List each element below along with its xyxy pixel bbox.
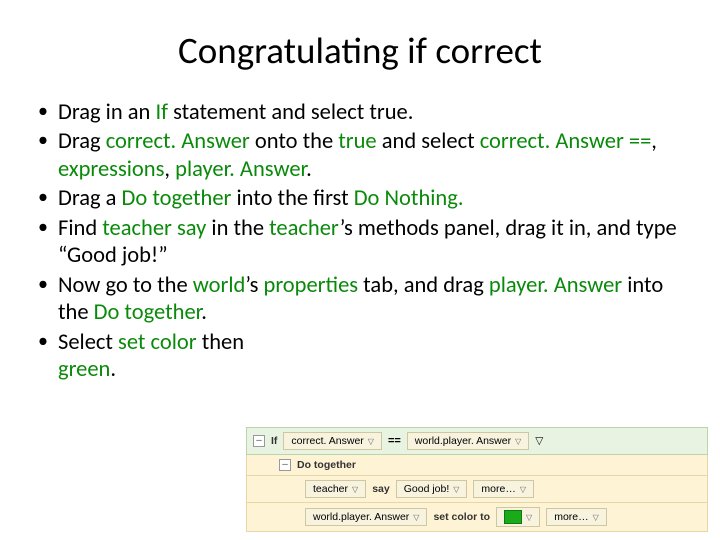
list-item: Drag in an If statement and select true. <box>36 99 684 126</box>
text: tab, and drag <box>358 272 489 299</box>
text: statement and select true. <box>168 99 413 126</box>
setcolor-keyword: set color to <box>433 511 490 523</box>
code-block-screenshot: – If correct. Answer ▽ == world.player. A… <box>246 427 708 532</box>
keyword: Do together <box>94 299 202 326</box>
say-keyword: say <box>372 483 390 495</box>
if-row[interactable]: – If correct. Answer ▽ == world.player. A… <box>246 427 708 455</box>
chevron-down-icon: ▽ <box>453 485 459 494</box>
chip-label: world.player. Answer <box>313 511 409 523</box>
keyword: world <box>193 272 246 299</box>
keyword: Do Nothing. <box>354 185 464 212</box>
text: . <box>110 356 116 383</box>
text: , <box>651 128 657 155</box>
chevron-down-icon: ▽ <box>413 513 419 522</box>
text: . <box>201 299 207 326</box>
chip-label: more… <box>554 511 588 523</box>
if-keyword: If <box>271 435 277 447</box>
collapse-icon[interactable]: – <box>253 435 265 447</box>
more-chip[interactable]: more… ▽ <box>473 480 534 498</box>
keyword: teacher say <box>102 215 206 242</box>
text: onto the <box>250 128 338 155</box>
keyword: player. Answer <box>489 272 622 299</box>
text: Now go to the <box>58 272 193 299</box>
color-chip[interactable]: ▽ <box>496 507 540 527</box>
condition-left-chip[interactable]: correct. Answer ▽ <box>283 432 382 450</box>
keyword: Do together <box>122 185 232 212</box>
operator: == <box>388 435 401 447</box>
keyword: true <box>338 128 376 155</box>
list-item: Drag a Do together into the first Do Not… <box>36 185 684 212</box>
chevron-down-icon[interactable]: ▽ <box>535 435 543 447</box>
keyword: player. Answer <box>175 156 306 183</box>
text: in the <box>206 215 269 242</box>
chip-label: Good job! <box>404 483 450 495</box>
goodjob-chip[interactable]: Good job!▽ <box>396 480 468 498</box>
more-chip[interactable]: more… ▽ <box>546 508 607 526</box>
bullet-list: Drag in an If statement and select true.… <box>36 99 684 383</box>
color-swatch-icon <box>504 510 522 524</box>
keyword: set color <box>118 329 197 356</box>
keyword: correct. Answer <box>106 128 250 155</box>
keyword: If <box>155 99 168 126</box>
keyword: properties <box>264 272 359 299</box>
chevron-down-icon: ▽ <box>368 437 374 446</box>
keyword: teacher <box>269 215 340 242</box>
keyword: expressions <box>58 156 164 183</box>
condition-right-chip[interactable]: world.player. Answer ▽ <box>407 432 529 450</box>
text: Drag in an <box>58 99 155 126</box>
list-item: Drag correct. Answer onto the true and s… <box>36 128 684 183</box>
keyword: correct. Answer == <box>480 128 652 155</box>
chevron-down-icon: ▽ <box>515 437 521 446</box>
text: . <box>306 156 312 183</box>
text: Select <box>58 329 118 356</box>
chevron-down-icon: ▽ <box>520 485 526 494</box>
text: then <box>197 329 244 356</box>
text: Drag <box>58 128 106 155</box>
keyword: green <box>58 356 110 383</box>
text: into the first <box>231 185 353 212</box>
text: Find <box>58 215 102 242</box>
chevron-down-icon: ▽ <box>526 513 532 522</box>
teacher-say-row[interactable]: teacher▽ say Good job!▽ more…▽ <box>246 476 708 503</box>
text: , <box>164 156 175 183</box>
chevron-down-icon: ▽ <box>593 513 599 522</box>
collapse-icon[interactable]: – <box>279 459 291 471</box>
chip-label: more… <box>481 483 515 495</box>
chip-label: teacher <box>313 483 348 495</box>
teacher-chip[interactable]: teacher ▽ <box>305 480 366 498</box>
chevron-down-icon: ▽ <box>352 485 358 494</box>
slide-title: Congratulating if correct <box>36 28 684 73</box>
chip-label: world.player. Answer <box>415 435 511 447</box>
list-item: Find teacher say in the teacher’s method… <box>36 215 684 270</box>
text: and select <box>377 128 480 155</box>
text: ’s <box>245 272 263 299</box>
list-item: Select set color then green. <box>36 329 276 384</box>
set-color-row[interactable]: world.player. Answer ▽ set color to ▽ mor… <box>246 503 708 532</box>
playeranswer-chip[interactable]: world.player. Answer ▽ <box>305 508 427 526</box>
chip-label: correct. Answer <box>291 435 363 447</box>
do-together-row[interactable]: – Do together <box>246 455 708 476</box>
list-item: Now go to the world’s properties tab, an… <box>36 272 684 327</box>
text: Drag a <box>58 185 122 212</box>
do-together-keyword: Do together <box>297 459 356 471</box>
